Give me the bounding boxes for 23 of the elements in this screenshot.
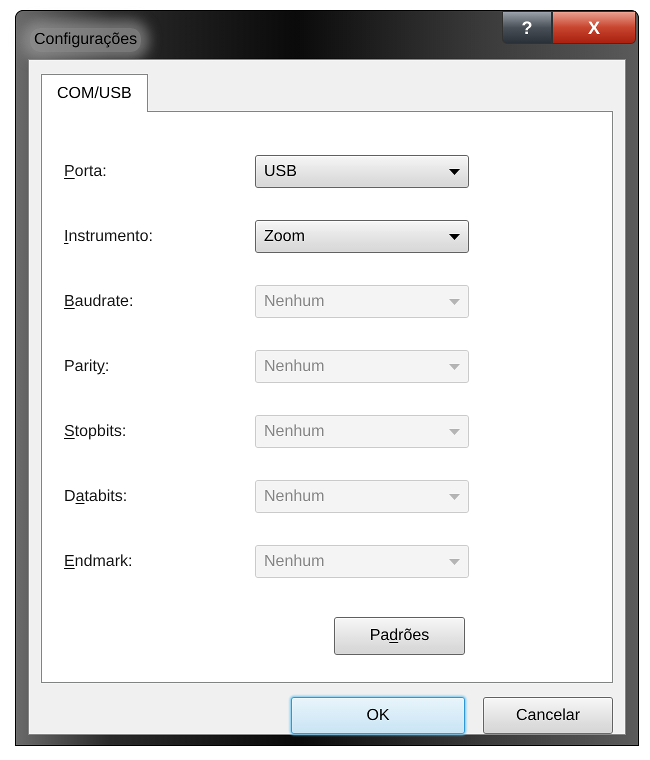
dropdown[interactable]: Zoom [255,220,469,253]
field-label: Porta: [64,162,108,182]
ok-button[interactable]: OK [291,697,465,734]
field-label: Databits: [64,486,128,506]
dropdown[interactable]: USB [255,155,469,188]
dropdown-arrow-icon [449,558,460,564]
cancel-button[interactable]: Cancelar [483,697,613,734]
tab[interactable]: COM/USB [41,74,148,112]
field-label: Endmark: [64,552,134,572]
defaults-button[interactable]: Padrões [334,617,465,655]
field-label: Parity: [64,356,110,376]
close-button[interactable]: X [552,11,636,44]
dropdown-arrow-icon [449,494,460,500]
field-label: Baudrate: [64,292,134,312]
dropdown-arrow-icon [449,298,460,304]
help-button[interactable]: ? [502,11,552,44]
dropdown-arrow-icon [449,428,460,434]
dropdown-arrow-icon [449,234,460,240]
window-title: Configurações [30,28,142,52]
field-label: Stopbits: [64,422,128,442]
dropdown-arrow-icon [449,364,460,370]
field-label: Instrumento: [64,226,154,246]
dropdown-arrow-icon [449,168,460,174]
